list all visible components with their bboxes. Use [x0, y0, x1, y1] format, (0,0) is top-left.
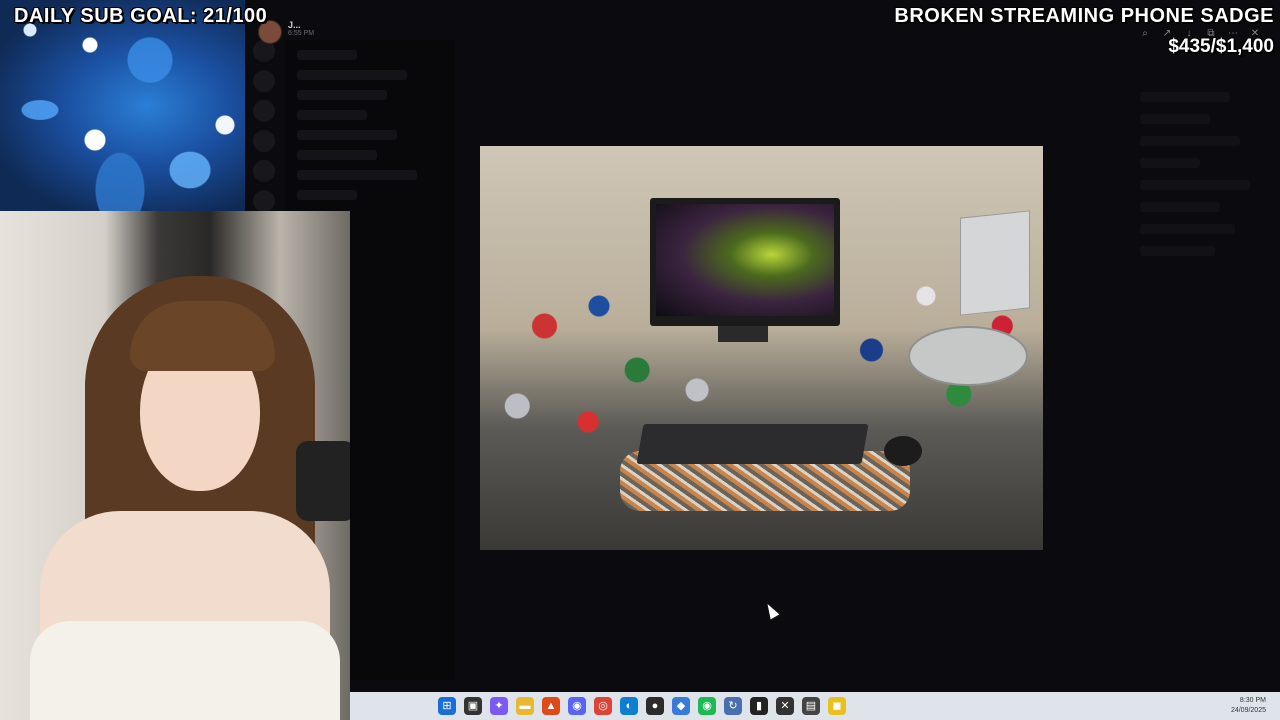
mouse	[884, 436, 922, 466]
clock-time: 8:30 PM	[1239, 697, 1266, 704]
edge-icon[interactable]: ◐	[620, 697, 638, 715]
donation-goal: $435/$1,400	[1168, 36, 1274, 57]
terminal-icon[interactable]: ▮	[750, 697, 768, 715]
taskview-icon[interactable]: ▣	[464, 697, 482, 715]
clock-date: 24/09/2025	[1230, 707, 1266, 714]
obs-icon[interactable]: ●	[646, 697, 664, 715]
notes-icon[interactable]: ◼	[828, 697, 846, 715]
brave-icon[interactable]: ▲	[542, 697, 560, 715]
sync-icon[interactable]: ↻	[724, 697, 742, 715]
art-panel	[0, 0, 245, 211]
monitor	[650, 198, 840, 326]
member-list	[1140, 80, 1270, 268]
start-icon[interactable]: ⊞	[438, 697, 456, 715]
taskbar: ⊞ ▣ ✦ ▬ ▲ ◉ ◎ ◐ ● ◆ ◉ ↻ ▮ ✕ ▤ ◼ 8:30 PM 24/09/2025	[350, 692, 1280, 720]
console-icon[interactable]: ▤	[802, 697, 820, 715]
server-rail	[253, 40, 279, 220]
spotify-icon[interactable]: ◉	[698, 697, 716, 715]
stream-banner: BROKEN STREAMING PHONE SADGE	[894, 5, 1274, 27]
plate	[908, 326, 1028, 386]
microphone	[296, 441, 350, 521]
lightbox-image[interactable]	[480, 146, 1043, 550]
copilot-icon[interactable]: ✦	[490, 697, 508, 715]
tool-icon[interactable]: ✕	[776, 697, 794, 715]
discord-icon[interactable]: ◉	[568, 697, 586, 715]
message-timestamp: 6:55 PM	[288, 30, 315, 37]
keyboard	[636, 424, 869, 464]
zoom-icon[interactable]: ⌕	[1140, 28, 1150, 39]
sub-goal-text: DAILY SUB GOAL: 21/100	[14, 5, 268, 27]
app-icon[interactable]: ◆	[672, 697, 690, 715]
explorer-icon[interactable]: ▬	[516, 697, 534, 715]
message-username[interactable]: J...	[288, 20, 314, 30]
clock[interactable]: 8:30 PM 24/09/2025	[1231, 696, 1266, 716]
chrome-icon[interactable]: ◎	[594, 697, 612, 715]
computer-tower	[960, 210, 1030, 316]
webcam-feed	[0, 211, 350, 720]
